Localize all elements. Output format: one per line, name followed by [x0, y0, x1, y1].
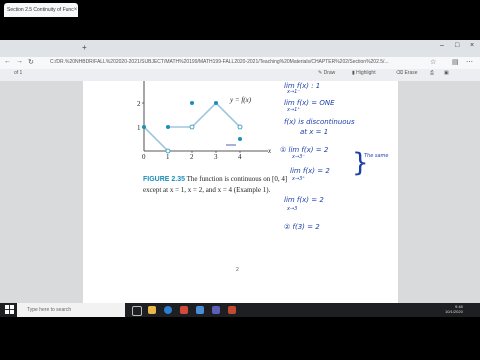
- note-item1b-sub: x→3⁺: [292, 176, 305, 182]
- tab-pdf[interactable]: Section 2.5 Continuity of Func ×: [4, 3, 78, 17]
- x-tick-1: 1: [166, 153, 170, 161]
- taskbar-clock[interactable]: 9:48 10/1/2020: [445, 304, 463, 314]
- file-explorer-icon[interactable]: [148, 306, 156, 314]
- save-icon[interactable]: ▣: [444, 70, 449, 76]
- note-line4: at x = 1: [300, 128, 329, 136]
- draw-button[interactable]: ✎ Draw: [318, 70, 335, 76]
- app-icon[interactable]: [180, 306, 188, 314]
- teams-icon[interactable]: [212, 306, 220, 314]
- y-tick-2: 2: [137, 100, 141, 108]
- function-graph: [142, 81, 268, 154]
- note-item1c-sub: x→3: [287, 206, 298, 212]
- point-filled: [142, 125, 146, 129]
- figure-caption: FIGURE 2.35 The function is continuous o…: [143, 174, 293, 196]
- x-tick-0: 0: [142, 153, 146, 161]
- note-item1-sub: x→3⁻: [292, 154, 305, 160]
- forward-icon[interactable]: →: [16, 58, 23, 65]
- maximize-icon[interactable]: □: [455, 42, 459, 49]
- function-label: y = f(x): [230, 96, 252, 104]
- y-tick-1: 1: [137, 124, 141, 132]
- edge-icon[interactable]: [164, 306, 172, 314]
- note-item1b: lim f(x) = 2: [290, 167, 330, 175]
- point-open: [237, 124, 243, 130]
- draw-label: Draw: [323, 70, 336, 76]
- note-item1: ① lim f(x) = 2: [280, 146, 329, 154]
- x-tick-3: 3: [214, 153, 218, 161]
- powerpoint-icon[interactable]: [228, 306, 236, 314]
- mail-icon[interactable]: [196, 306, 204, 314]
- more-icon[interactable]: ⋯: [466, 58, 473, 66]
- taskbar-search-input[interactable]: Type here to search: [17, 303, 125, 317]
- point-filled: [190, 101, 194, 105]
- favorites-icon[interactable]: ☆: [430, 58, 436, 66]
- new-tab-icon[interactable]: +: [82, 43, 87, 52]
- url-field[interactable]: C:/DR.%20NHBDR/FALL%202020-2021/SUBJECT/…: [50, 58, 420, 67]
- point-filled: [238, 137, 242, 141]
- note-line3: f(x) is discontinuous: [284, 118, 355, 126]
- note-line1-sub: x→1⁻: [287, 89, 300, 95]
- point-filled: [214, 101, 218, 105]
- curve-segment-2: [168, 101, 241, 128]
- x-tick-4: 4: [238, 153, 242, 161]
- page-of-label: of 1: [14, 70, 23, 76]
- point-open: [189, 124, 195, 130]
- clock-date: 10/1/2020: [445, 309, 463, 314]
- collections-icon[interactable]: ▤: [452, 58, 459, 66]
- note-item1c: lim f(x) = 2: [284, 196, 324, 204]
- point-filled: [166, 125, 170, 129]
- minimize-icon[interactable]: –: [440, 42, 444, 49]
- curve-segment-1: [143, 126, 169, 152]
- print-icon[interactable]: ⎙: [430, 70, 434, 76]
- x-axis-label: x: [268, 147, 272, 155]
- back-icon[interactable]: ←: [4, 58, 11, 65]
- windows-start-icon[interactable]: [5, 305, 14, 314]
- tab-bar: [0, 40, 480, 57]
- refresh-icon[interactable]: ↻: [28, 58, 34, 66]
- erase-label: Erase: [404, 70, 418, 76]
- bracket-note: The same: [364, 153, 389, 159]
- figure-number: FIGURE 2.35: [143, 176, 186, 183]
- note-item2: ② f(3) = 2: [284, 223, 320, 231]
- x-tick-2: 2: [190, 153, 194, 161]
- close-window-icon[interactable]: ×: [470, 42, 474, 49]
- note-line2: lim f(x) = ONE: [284, 99, 335, 107]
- highlight-label: Highlight: [356, 70, 376, 76]
- task-view-icon[interactable]: [132, 306, 142, 316]
- tab-title: Section 2.5 Continuity of Func: [7, 7, 74, 13]
- erase-button[interactable]: ⌫ Erase: [396, 70, 418, 76]
- highlight-button[interactable]: ▮ Highlight: [352, 70, 376, 76]
- page-number: 2: [236, 267, 239, 273]
- note-line2-sub: x→1⁺: [287, 107, 300, 113]
- tab-close-icon[interactable]: ×: [74, 7, 78, 13]
